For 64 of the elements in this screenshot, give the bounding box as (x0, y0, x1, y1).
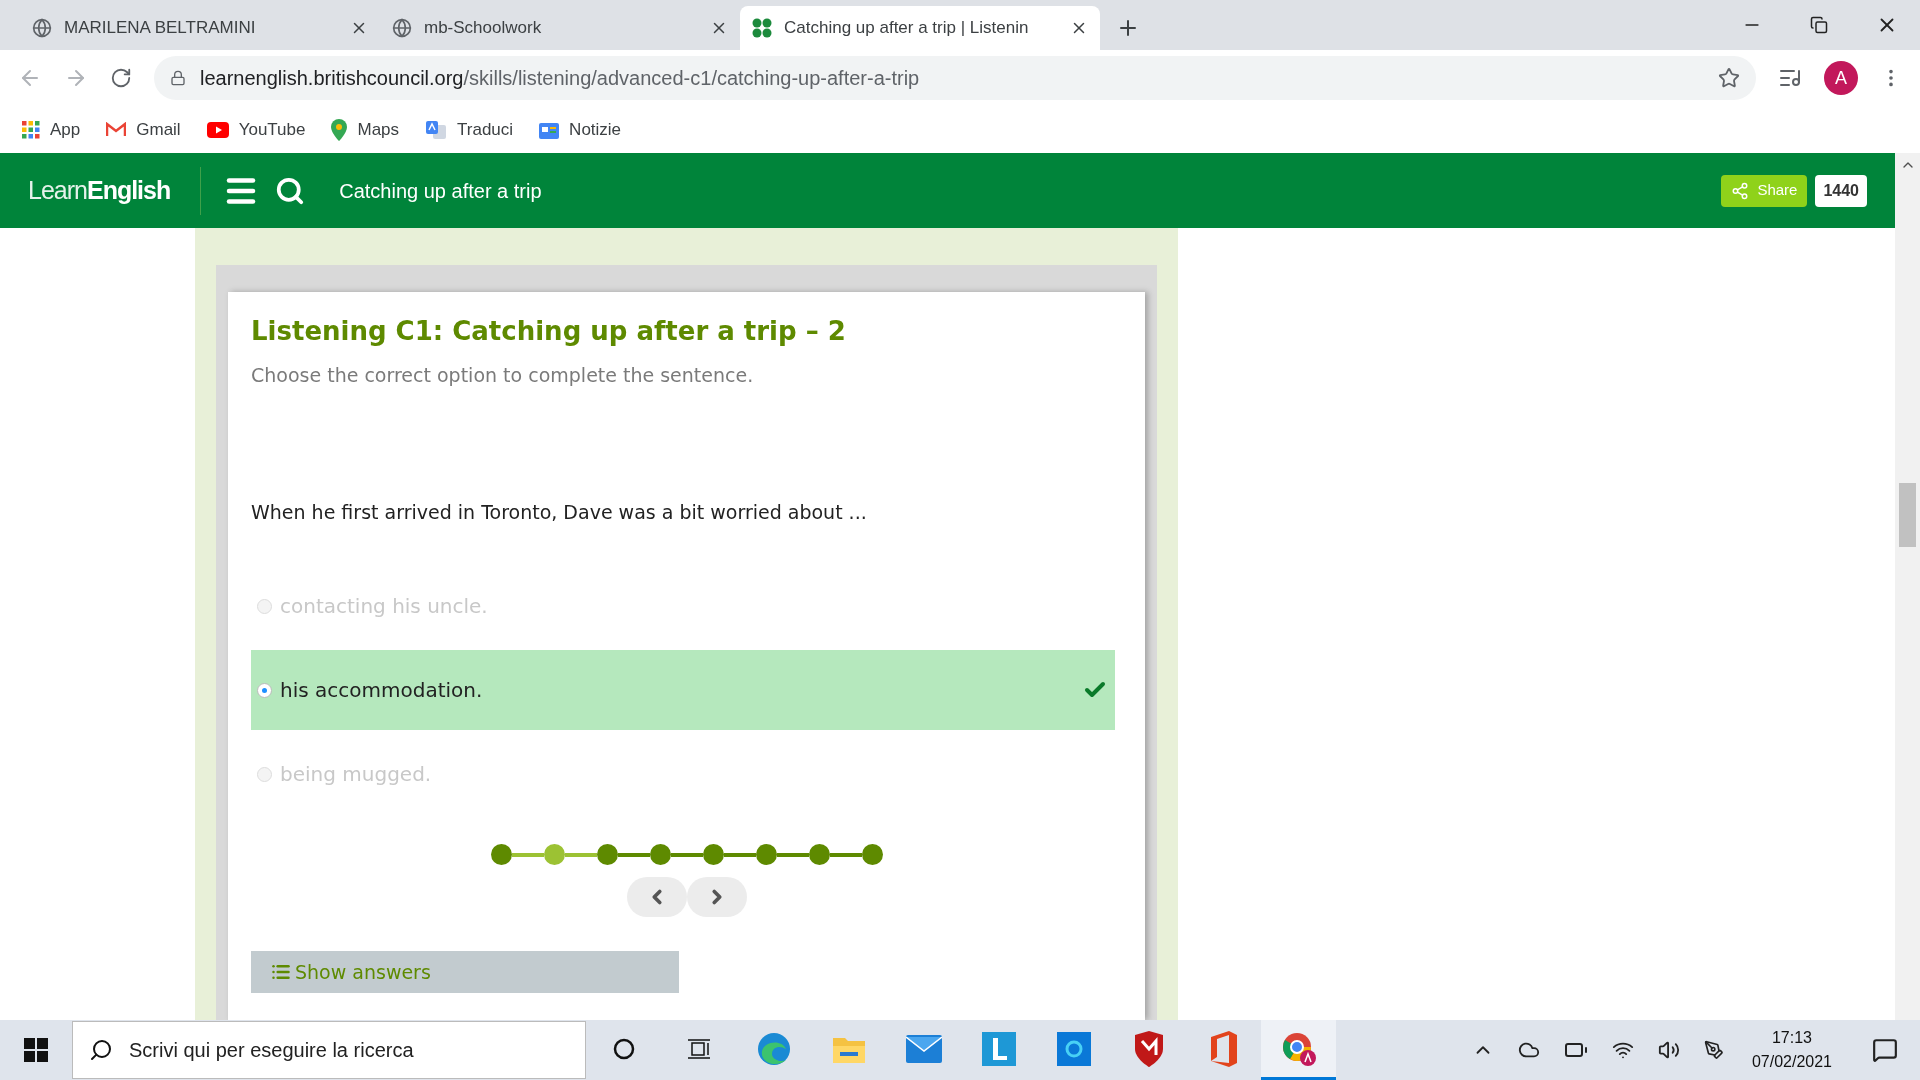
clover-icon (752, 18, 772, 38)
shield-icon[interactable] (1132, 1030, 1165, 1067)
envelope-icon[interactable] (905, 1034, 942, 1063)
chrome-profile-icon[interactable] (1280, 1030, 1317, 1067)
letter-l-tile-icon[interactable] (981, 1031, 1016, 1066)
url-text: learnenglish.britishcouncil.org/skills/listening/advanced-c1/catching-up-after-a-trip (200, 66, 921, 91)
circle-icon[interactable] (611, 1036, 636, 1061)
browser-tab[interactable]: Catching up after a trip | Listenin (740, 6, 1100, 50)
globe-icon (32, 18, 52, 38)
scrollbar-thumb[interactable] (1899, 483, 1916, 547)
bookmark-link[interactable]: Gmail (136, 116, 181, 143)
radio-button[interactable] (257, 682, 272, 698)
map-pin-icon (331, 118, 348, 141)
ring-tile-icon[interactable] (1056, 1031, 1091, 1066)
clock-time[interactable]: 17:13 (1771, 1026, 1812, 1050)
tab-title: MARILENA BELTRAMINI (64, 17, 257, 40)
edge-icon[interactable] (755, 1030, 792, 1067)
site-logo[interactable]: LearnEnglish (28, 166, 202, 215)
mail-m-icon (106, 122, 127, 137)
speaker-icon[interactable] (1657, 1039, 1680, 1061)
previous-button[interactable] (626, 877, 687, 917)
bookmark-link[interactable]: Maps (357, 116, 400, 143)
reload-icon[interactable] (110, 67, 132, 89)
office-icon[interactable] (1208, 1030, 1239, 1067)
task-view-icon[interactable] (685, 1036, 712, 1061)
search-placeholder: Scrivi qui per eseguire la ricerca (129, 1038, 414, 1063)
answer-option[interactable]: his accommodation. (251, 650, 1115, 730)
next-button[interactable] (686, 877, 747, 917)
bookmark-link[interactable]: YouTube (238, 116, 306, 143)
tab-title: mb-Schoolwork (424, 17, 543, 40)
notifications-icon[interactable] (1872, 1037, 1898, 1063)
search-icon (89, 1038, 113, 1062)
browser-tab[interactable]: mb-Schoolwork (380, 6, 740, 50)
taskbar-search-field[interactable]: Scrivi qui per eseguire la ricerca (72, 1021, 586, 1079)
radio-button[interactable] (257, 766, 272, 782)
question-text: When he first arrived in Toronto, Dave was a bit worried about ... (251, 499, 868, 525)
pen-icon[interactable] (1703, 1040, 1724, 1060)
lock-icon (170, 70, 186, 86)
bookmark-star-icon[interactable] (1718, 67, 1740, 89)
bookmark-link[interactable]: Traduci (457, 116, 514, 143)
exercise-title: Listening C1: Catching up after a trip – 2 (251, 315, 847, 348)
newspaper-icon (539, 120, 560, 139)
share-icon (1731, 181, 1750, 200)
page-title: Catching up after a trip (339, 178, 542, 204)
bookmark-link[interactable]: Notizie (569, 116, 622, 143)
instruction-text: Choose the correct option to complete the sentence. (251, 363, 755, 388)
address-bar[interactable]: learnenglish.britishcouncil.org/skills/listening/advanced-c1/catching-up-after-a-trip (154, 56, 1756, 100)
clock-date[interactable]: 07/02/2021 (1751, 1050, 1832, 1074)
profile-avatar[interactable]: A (1824, 61, 1858, 95)
globe-icon (392, 18, 412, 38)
option-label: his accommodation. (280, 677, 484, 704)
search-icon[interactable] (275, 175, 306, 206)
apps-grid-icon (22, 120, 40, 139)
windows-logo-icon[interactable] (24, 1038, 48, 1062)
restore-icon[interactable] (1810, 16, 1828, 34)
play-icon (206, 121, 229, 138)
translate-icon (425, 119, 448, 140)
tab-title: Catching up after a trip | Listenin (784, 17, 1030, 40)
list-icon (271, 962, 291, 982)
scrollbar[interactable] (1895, 153, 1920, 1020)
bookmark-link[interactable]: App (50, 116, 81, 143)
share-count: 1440 (1815, 174, 1867, 207)
radio-button[interactable] (257, 598, 272, 614)
browser-tab[interactable]: MARILENA BELTRAMINI (20, 6, 380, 50)
